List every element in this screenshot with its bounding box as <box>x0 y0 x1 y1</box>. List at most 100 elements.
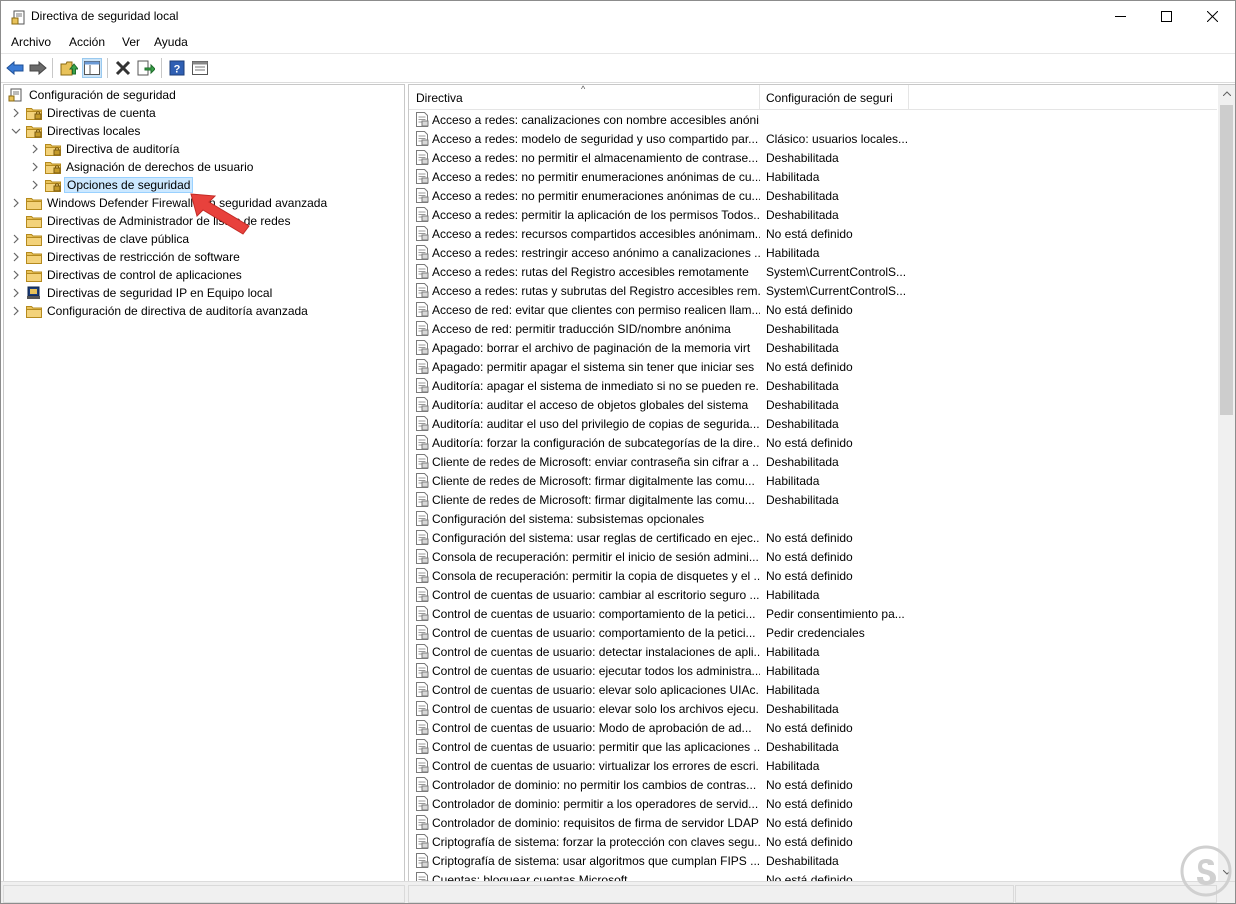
column-divider[interactable] <box>908 85 909 109</box>
table-row[interactable]: Acceso a redes: permitir la aplicación d… <box>409 205 1217 224</box>
forward-button[interactable] <box>28 58 48 78</box>
chevron-right-icon[interactable] <box>10 107 22 119</box>
delete-button[interactable] <box>113 58 133 78</box>
minimize-button[interactable] <box>1097 1 1143 32</box>
table-row[interactable]: Control de cuentas de usuario: comportam… <box>409 623 1217 642</box>
menu-bar: Archivo Acción Ver Ayuda <box>1 32 1235 54</box>
menu-ver[interactable]: Ver <box>122 35 140 49</box>
table-row[interactable]: Acceso a redes: no permitir el almacenam… <box>409 148 1217 167</box>
close-button[interactable] <box>1189 1 1235 32</box>
column-header-configuracion[interactable]: Configuración de seguri <box>766 91 893 105</box>
table-row[interactable]: Acceso a redes: recursos compartidos acc… <box>409 224 1217 243</box>
tree-node[interactable]: Directiva de auditoría <box>29 140 181 158</box>
table-row[interactable]: Controlador de dominio: permitir a los o… <box>409 794 1217 813</box>
table-row[interactable]: Criptografía de sistema: forzar la prote… <box>409 832 1217 851</box>
tree-node-label: Directivas de restricción de software <box>47 250 240 264</box>
tree-node[interactable]: Opciones de seguridad <box>29 176 194 194</box>
table-row[interactable]: Acceso a redes: modelo de seguridad y us… <box>409 129 1217 148</box>
tree-root-node[interactable]: Configuración de seguridad <box>8 86 178 104</box>
table-row[interactable]: Configuración del sistema: usar reglas d… <box>409 528 1217 547</box>
menu-archivo[interactable]: Archivo <box>11 35 51 49</box>
table-row[interactable]: Controlador de dominio: requisitos de fi… <box>409 813 1217 832</box>
policy-setting-value: No está definido <box>766 550 853 564</box>
table-row[interactable]: Auditoría: auditar el acceso de objetos … <box>409 395 1217 414</box>
policy-setting-value: No está definido <box>766 436 853 450</box>
policy-setting-icon <box>416 796 429 811</box>
tree-node[interactable]: Asignación de derechos de usuario <box>29 158 255 176</box>
table-row[interactable]: Control de cuentas de usuario: detectar … <box>409 642 1217 661</box>
table-row[interactable]: Controlador de dominio: no permitir los … <box>409 775 1217 794</box>
policy-name: Controlador de dominio: requisitos de fi… <box>432 816 759 830</box>
table-row[interactable]: Control de cuentas de usuario: comportam… <box>409 604 1217 623</box>
table-row[interactable]: Apagado: permitir apagar el sistema sin … <box>409 357 1217 376</box>
table-row[interactable]: Auditoría: apagar el sistema de inmediat… <box>409 376 1217 395</box>
table-row[interactable]: Consola de recuperación: permitir el ini… <box>409 547 1217 566</box>
chevron-right-icon[interactable] <box>29 161 41 173</box>
tree-node[interactable]: Directivas de cuenta <box>10 104 158 122</box>
table-row[interactable]: Acceso a redes: rutas y subrutas del Reg… <box>409 281 1217 300</box>
chevron-right-icon[interactable] <box>10 233 22 245</box>
policy-setting-icon <box>416 568 429 583</box>
chevron-right-icon[interactable] <box>10 287 22 299</box>
column-divider[interactable] <box>759 85 760 109</box>
table-row[interactable]: Acceso a redes: canalizaciones con nombr… <box>409 110 1217 129</box>
table-row[interactable]: Cliente de redes de Microsoft: firmar di… <box>409 490 1217 509</box>
policy-setting-icon <box>416 207 429 222</box>
chevron-right-icon[interactable] <box>10 269 22 281</box>
table-row[interactable]: Acceso a redes: no permitir enumeracione… <box>409 167 1217 186</box>
chevron-right-icon[interactable] <box>10 305 22 317</box>
table-row[interactable]: Acceso de red: permitir traducción SID/n… <box>409 319 1217 338</box>
table-row[interactable]: Acceso a redes: rutas del Registro acces… <box>409 262 1217 281</box>
table-row[interactable]: Consola de recuperación: permitir la cop… <box>409 566 1217 585</box>
chevron-down-icon[interactable] <box>10 125 22 137</box>
table-row[interactable]: Criptografía de sistema: usar algoritmos… <box>409 851 1217 870</box>
up-folder-button[interactable] <box>59 58 79 78</box>
menu-accion[interactable]: Acción <box>69 35 105 49</box>
table-row[interactable]: Control de cuentas de usuario: virtualiz… <box>409 756 1217 775</box>
maximize-button[interactable] <box>1143 1 1189 32</box>
table-row[interactable]: Configuración del sistema: subsistemas o… <box>409 509 1217 528</box>
tree-node[interactable]: Directivas de seguridad IP en Equipo loc… <box>10 284 274 302</box>
help-button[interactable]: ? <box>167 58 187 78</box>
tree-node-label: Directiva de auditoría <box>66 142 180 156</box>
chevron-right-icon[interactable] <box>10 197 22 209</box>
tree-node[interactable]: Directivas de control de aplicaciones <box>10 266 244 284</box>
table-row[interactable]: Auditoría: auditar el uso del privilegio… <box>409 414 1217 433</box>
policy-setting-icon <box>416 644 429 659</box>
chevron-right-icon[interactable] <box>29 143 41 155</box>
tree-node[interactable]: Configuración de directiva de auditoría … <box>10 302 310 320</box>
menu-ayuda[interactable]: Ayuda <box>154 35 188 49</box>
table-row[interactable]: Control de cuentas de usuario: permitir … <box>409 737 1217 756</box>
policy-name: Control de cuentas de usuario: cambiar a… <box>432 588 760 602</box>
policy-setting-value: Deshabilitada <box>766 702 839 716</box>
table-row[interactable]: Auditoría: forzar la configuración de su… <box>409 433 1217 452</box>
table-row[interactable]: Apagado: borrar el archivo de paginación… <box>409 338 1217 357</box>
table-row[interactable]: Control de cuentas de usuario: Modo de a… <box>409 718 1217 737</box>
table-row[interactable]: Control de cuentas de usuario: ejecutar … <box>409 661 1217 680</box>
table-row[interactable]: Acceso a redes: restringir acceso anónim… <box>409 243 1217 262</box>
table-row[interactable]: Cliente de redes de Microsoft: enviar co… <box>409 452 1217 471</box>
table-row[interactable]: Acceso a redes: no permitir enumeracione… <box>409 186 1217 205</box>
vertical-scrollbar[interactable] <box>1218 85 1235 881</box>
tree-node[interactable]: Directivas locales <box>10 122 142 140</box>
back-button[interactable] <box>5 58 25 78</box>
table-row[interactable]: Control de cuentas de usuario: cambiar a… <box>409 585 1217 604</box>
scroll-up-button[interactable] <box>1218 85 1235 102</box>
tree-node[interactable]: Windows Defender Firewall con seguridad … <box>10 194 329 212</box>
export-list-button[interactable] <box>136 58 156 78</box>
policy-folder-icon <box>26 126 42 138</box>
tree-node-label: Directivas de seguridad IP en Equipo loc… <box>47 286 273 300</box>
table-row[interactable]: Acceso de red: evitar que clientes con p… <box>409 300 1217 319</box>
show-hide-tree-button[interactable] <box>82 58 102 78</box>
chevron-right-icon[interactable] <box>10 251 22 263</box>
tree-node[interactable]: Directivas de clave pública <box>10 230 191 248</box>
properties-button[interactable] <box>190 58 210 78</box>
tree-node[interactable]: Directivas de restricción de software <box>10 248 242 266</box>
scrollbar-thumb[interactable] <box>1220 105 1233 415</box>
table-row[interactable]: Control de cuentas de usuario: elevar so… <box>409 699 1217 718</box>
table-row[interactable]: Control de cuentas de usuario: elevar so… <box>409 680 1217 699</box>
chevron-right-icon[interactable] <box>29 179 41 191</box>
table-row[interactable]: Cliente de redes de Microsoft: firmar di… <box>409 471 1217 490</box>
column-header-directiva[interactable]: Directiva <box>416 91 463 105</box>
policy-setting-icon <box>416 131 429 146</box>
